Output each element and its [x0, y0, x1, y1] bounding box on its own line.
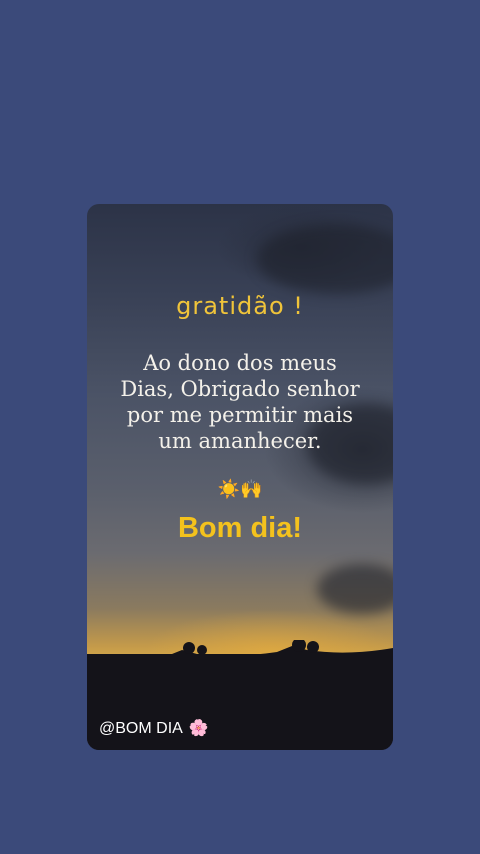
message-line: um amanhecer. [158, 429, 322, 453]
flower-icon: 🌸 [188, 720, 209, 737]
account-handle[interactable]: @BOM DIA 🌸 [99, 718, 209, 738]
sky-cloud [317, 564, 393, 614]
message-line: por me permitir mais [126, 403, 354, 427]
handle-text: @BOM DIA [99, 720, 183, 737]
post-message: Ao dono dos meus Dias, Obrigado senhor p… [107, 350, 373, 454]
greeting-text: Bom dia! [177, 512, 303, 544]
message-line: Ao dono dos meus [143, 351, 337, 375]
sky-cloud [257, 224, 393, 294]
post-title: gratidão ! [176, 292, 304, 320]
post-card[interactable]: gratidão ! Ao dono dos meus Dias, Obriga… [87, 204, 393, 750]
sun-hands-emoji: ☀️🙌 [217, 479, 263, 500]
screen: gratidão ! Ao dono dos meus Dias, Obriga… [0, 0, 480, 854]
message-line: Dias, Obrigado senhor [120, 377, 360, 401]
